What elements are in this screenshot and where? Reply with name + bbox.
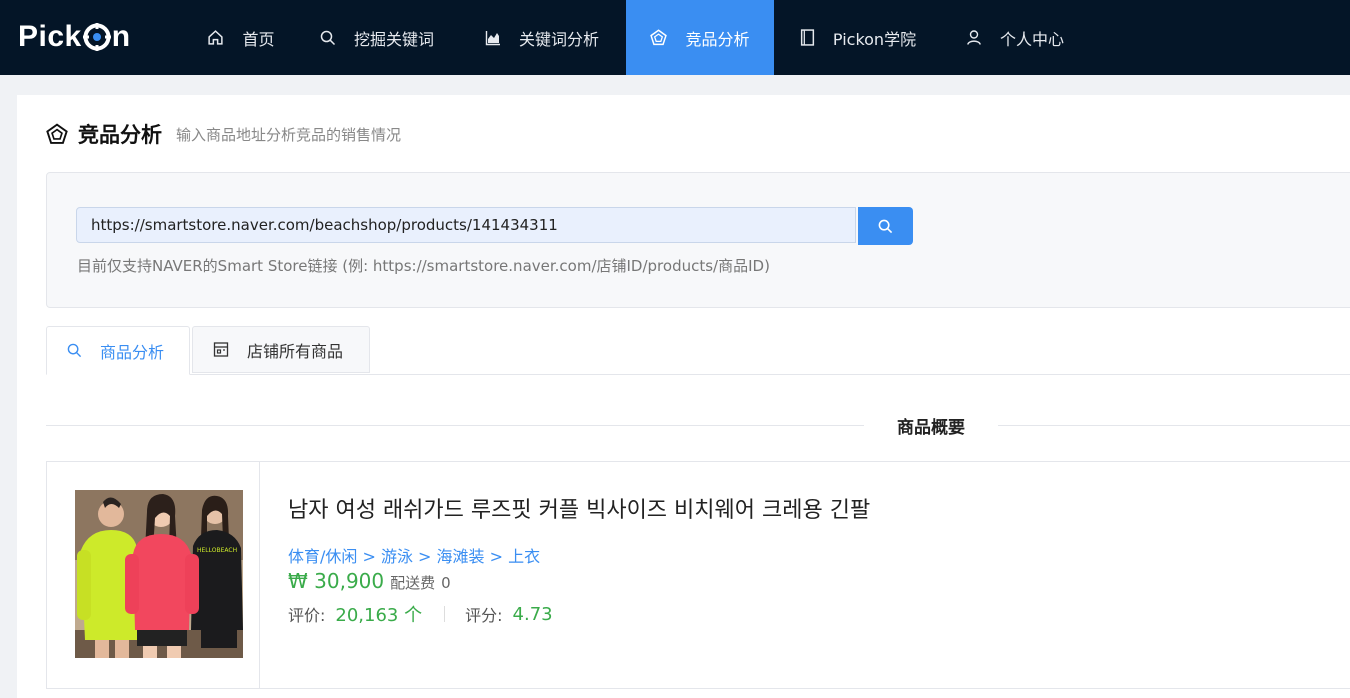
nav-label: Pickon学院	[832, 29, 917, 49]
nav-item-competitor-analysis[interactable]: 竞品分析	[626, 0, 774, 75]
nav-label: 关键词分析	[518, 29, 599, 49]
product-thumbnail-cell: HELLOBEACH	[47, 462, 260, 688]
home-icon	[208, 30, 224, 45]
nav-item-home[interactable]: 首页	[186, 0, 296, 75]
nav-label: 竞品分析	[685, 29, 750, 49]
product-summary-card: HELLOBEACH 남자 여성 래쉬가드 루즈핏 커플 빅사이즈 비치웨어 크…	[46, 461, 1350, 689]
page-header: 竞品分析 输入商品地址分析竞品的销售情况	[46, 120, 401, 148]
rating-label: 评分:	[465, 606, 503, 625]
review-label: 评价:	[288, 606, 326, 625]
product-category-breadcrumb[interactable]: 体育/休闲 > 游泳 > 海滩装 > 上衣	[288, 543, 540, 567]
url-input[interactable]	[76, 207, 856, 243]
stats-row: 评价: 20,163 个 评分: 4.73	[288, 601, 553, 627]
search-panel: 目前仅支持NAVER的Smart Store链接 (例: https://sma…	[46, 172, 1350, 308]
nav-label: 个人中心	[999, 29, 1064, 49]
user-icon	[967, 30, 981, 45]
product-title[interactable]: 남자 여성 래쉬가드 루즈핏 커플 빅사이즈 비치웨어 크레용 긴팔	[288, 492, 870, 524]
nav-item-academy[interactable]: Pickon学院	[782, 0, 934, 75]
tab-product-analysis[interactable]: 商品分析	[46, 326, 190, 375]
tab-store-all-products[interactable]: 店铺所有商品	[192, 326, 370, 373]
stat-divider	[444, 606, 446, 622]
shirt-print-text: HELLOBEACH	[197, 547, 237, 554]
section-divider: 商品概要	[46, 418, 1350, 438]
search-icon	[878, 219, 893, 233]
logo-target-icon	[82, 23, 111, 51]
rating-value: 4.73	[512, 603, 553, 625]
shipping-value: 0	[441, 574, 451, 592]
pentagon-icon	[650, 29, 668, 46]
nav-item-user-center[interactable]: 个人中心	[950, 0, 1080, 75]
price-row: ₩ 30,900 配送费 0	[288, 569, 451, 593]
search-icon	[67, 343, 82, 358]
top-nav: Pick n 首页 挖掘关键词 关键词分析 竞品分析 Pickon学院 个人中心	[0, 0, 1350, 75]
search-icon	[320, 30, 336, 45]
main-content: 竞品分析 输入商品地址分析竞品的销售情况 目前仅支持NAVER的Smart St…	[17, 95, 1350, 698]
product-thumbnail[interactable]: HELLOBEACH	[75, 490, 243, 658]
nav-item-keyword-mining[interactable]: 挖掘关键词	[304, 0, 450, 75]
tab-label: 店铺所有商品	[247, 341, 344, 361]
tab-bar: 商品分析 店铺所有商品	[46, 326, 1350, 375]
chart-icon	[485, 30, 500, 45]
store-icon	[213, 342, 229, 357]
logo[interactable]: Pick n	[18, 17, 131, 57]
review-count: 20,163 个	[335, 605, 423, 626]
search-button[interactable]	[858, 207, 913, 245]
product-price: ₩ 30,900	[288, 569, 385, 593]
page-subtitle: 输入商品地址分析竞品的销售情况	[176, 125, 402, 144]
section-title: 商品概要	[897, 418, 965, 438]
search-hint: 目前仅支持NAVER的Smart Store链接 (例: https://sma…	[77, 257, 770, 275]
nav-label: 首页	[242, 29, 275, 49]
tab-label: 商品分析	[100, 342, 165, 362]
pentagon-icon	[46, 123, 68, 144]
nav-label: 挖掘关键词	[353, 29, 434, 49]
page-title: 竞品分析	[78, 123, 162, 147]
shipping-label: 配送费	[390, 574, 436, 592]
book-icon	[800, 29, 814, 46]
nav-item-keyword-analysis[interactable]: 关键词分析	[468, 0, 616, 75]
